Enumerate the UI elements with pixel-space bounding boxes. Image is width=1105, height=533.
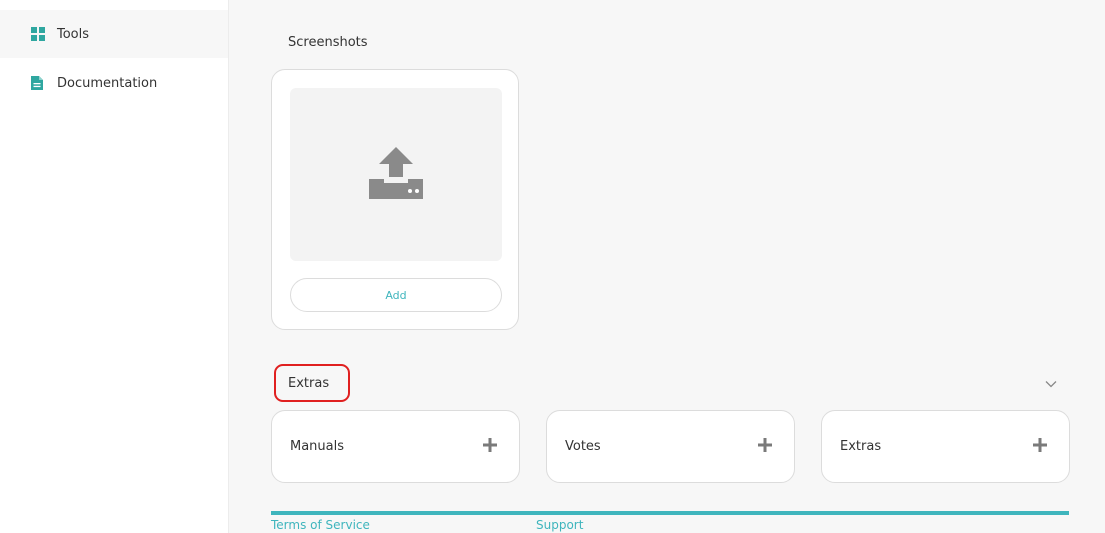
plus-icon[interactable] [1033,437,1047,456]
terms-of-service-link[interactable]: Terms of Service [271,518,370,532]
chevron-down-icon[interactable] [1045,375,1057,388]
extras-title-label: Extras [288,375,330,391]
extra-card-manuals[interactable]: Manuals [271,410,520,483]
main-content: Screenshots Add Extras Manuals Votes Ext… [229,0,1105,533]
sidebar-item-label: Tools [57,26,90,42]
support-link[interactable]: Support [536,518,583,532]
extra-card-label: Extras [840,439,882,454]
sidebar-item-label: Documentation [57,75,158,91]
sidebar-item-documentation[interactable]: Documentation [0,59,228,107]
plus-icon[interactable] [483,437,497,456]
plus-icon[interactable] [758,437,772,456]
add-screenshot-button[interactable]: Add [290,278,502,312]
extra-card-votes[interactable]: Votes [546,410,795,483]
extras-section-title: Extras [274,364,350,402]
extra-card-label: Votes [565,439,601,454]
footer-divider [271,511,1069,515]
extra-card-label: Manuals [290,439,345,454]
sidebar: Tools Documentation [0,0,229,533]
screenshots-title: Screenshots [288,35,368,50]
upload-icon [369,146,423,203]
document-icon [31,76,45,90]
screenshot-dropzone[interactable] [290,88,502,261]
grid-icon [31,27,45,41]
screenshot-card: Add [271,69,519,330]
sidebar-item-tools[interactable]: Tools [0,10,228,58]
extra-card-extras[interactable]: Extras [821,410,1070,483]
